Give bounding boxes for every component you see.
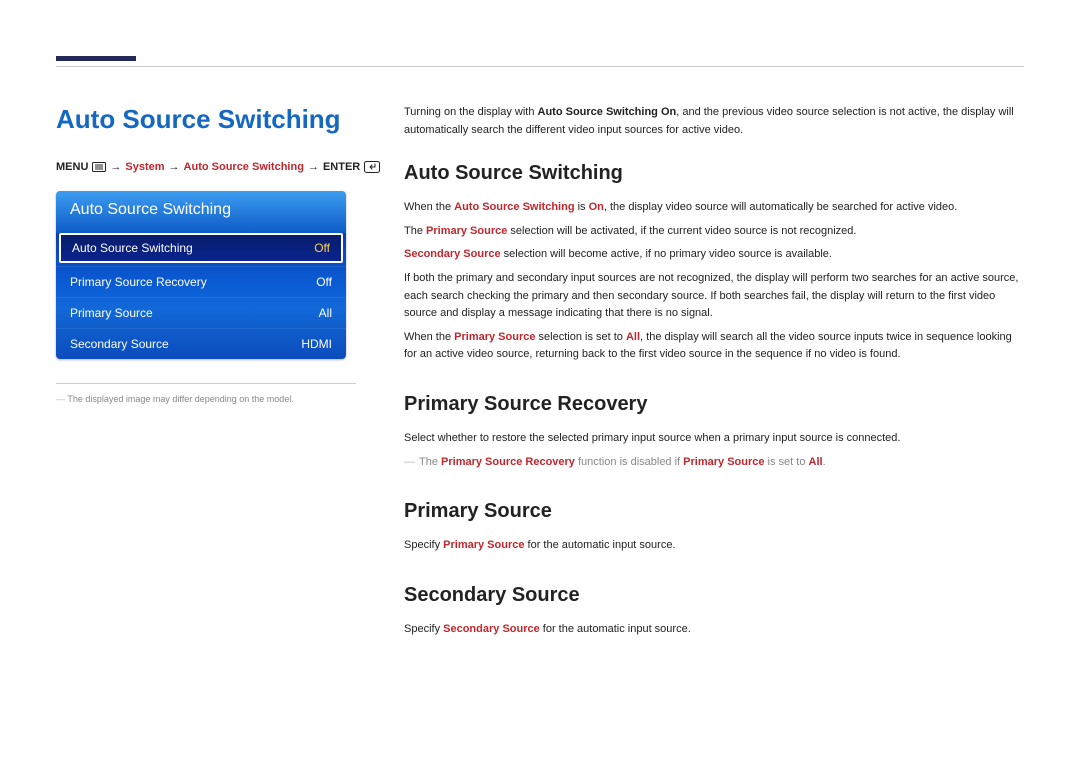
menu-icon <box>92 162 106 172</box>
body-text: Specify Secondary Source for the automat… <box>404 621 1024 639</box>
chapter-mark <box>56 56 136 61</box>
osd-header: Auto Source Switching <box>56 191 346 233</box>
breadcrumb: MENU → System → Auto Source Switching → … <box>56 161 356 173</box>
page-title: Auto Source Switching <box>56 104 356 135</box>
osd-row-value: Off <box>314 241 330 255</box>
breadcrumb-arrow: → <box>169 161 180 173</box>
osd-menu: Auto Source Switching Auto Source Switch… <box>56 191 346 359</box>
intro-paragraph: Turning on the display with Auto Source … <box>404 104 1024 139</box>
osd-row-value: Off <box>316 275 332 289</box>
osd-row-label: Secondary Source <box>70 337 169 351</box>
heading-primary-source-recovery: Primary Source Recovery <box>404 388 1024 420</box>
osd-row-label: Primary Source <box>70 306 153 320</box>
breadcrumb-menu: MENU <box>56 161 88 173</box>
osd-row-value: HDMI <box>301 337 332 351</box>
osd-row-value: All <box>319 306 332 320</box>
osd-row-primary-source-recovery[interactable]: Primary Source Recovery Off <box>56 266 346 297</box>
enter-icon <box>364 161 380 173</box>
body-text: The Primary Source selection will be act… <box>404 223 1024 241</box>
body-text: When the Primary Source selection is set… <box>404 329 1024 364</box>
note-text: ―The Primary Source Recovery function is… <box>404 454 1024 472</box>
osd-row-secondary-source[interactable]: Secondary Source HDMI <box>56 328 346 359</box>
osd-row-primary-source[interactable]: Primary Source All <box>56 297 346 328</box>
osd-row-auto-source-switching[interactable]: Auto Source Switching Off <box>59 233 343 263</box>
heading-primary-source: Primary Source <box>404 495 1024 527</box>
breadcrumb-enter: ENTER <box>323 161 360 173</box>
body-text: When the Auto Source Switching is On, th… <box>404 199 1024 217</box>
breadcrumb-system: System <box>125 161 164 173</box>
breadcrumb-item: Auto Source Switching <box>184 161 304 173</box>
left-divider <box>56 383 356 384</box>
breadcrumb-arrow: → <box>110 161 121 173</box>
body-text: Specify Primary Source for the automatic… <box>404 537 1024 555</box>
breadcrumb-arrow: → <box>308 161 319 173</box>
osd-row-label: Auto Source Switching <box>72 241 193 255</box>
body-text: If both the primary and secondary input … <box>404 270 1024 323</box>
heading-secondary-source: Secondary Source <box>404 579 1024 611</box>
top-rule <box>56 66 1024 67</box>
heading-auto-source-switching: Auto Source Switching <box>404 157 1024 189</box>
model-footnote: The displayed image may differ depending… <box>56 394 356 404</box>
osd-row-label: Primary Source Recovery <box>70 275 207 289</box>
dash-icon: ― <box>404 456 419 468</box>
body-text: Select whether to restore the selected p… <box>404 430 1024 448</box>
body-text: Secondary Source selection will become a… <box>404 246 1024 264</box>
